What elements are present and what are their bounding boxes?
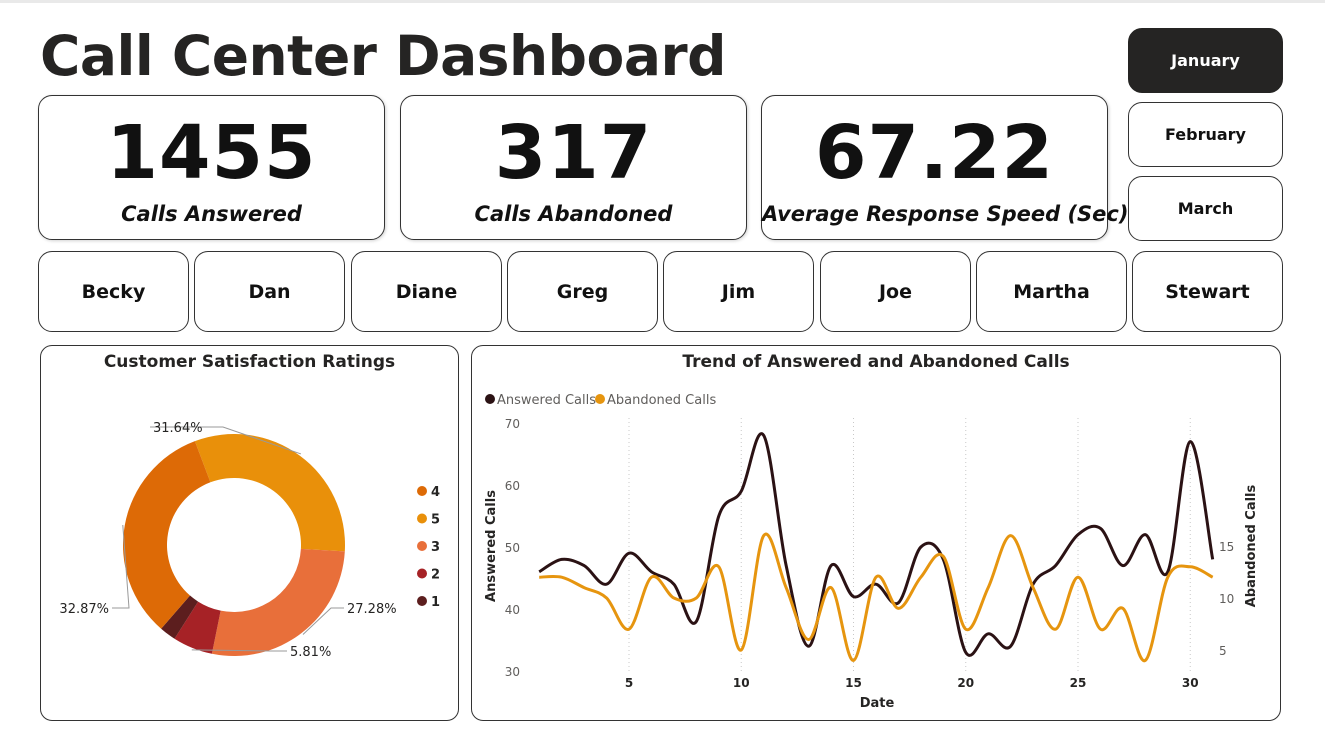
legend-marker-3 bbox=[417, 541, 427, 551]
legend-label-4: 4 bbox=[431, 485, 440, 500]
series-line-abandoned-calls bbox=[539, 532, 1214, 662]
agent-button-diane[interactable]: Diane bbox=[351, 251, 502, 332]
donut-chart: 31.64% 27.28% 5.81% 32.87% 4 5 3 2 1 bbox=[59, 421, 440, 660]
x-axis-title: Date bbox=[860, 696, 895, 711]
kpi-card-calls-abandoned: 317 Calls Abandoned bbox=[400, 95, 747, 240]
x-tick-label: 30 bbox=[1182, 676, 1199, 690]
legend-marker-4 bbox=[417, 486, 427, 496]
trend-panel: Trend of Answered and Abandoned Calls An… bbox=[471, 345, 1281, 721]
kpi-value: 317 bbox=[494, 110, 653, 196]
y-left-tick-label: 60 bbox=[505, 479, 520, 493]
series-line-answered-calls bbox=[538, 432, 1215, 657]
kpi-label: Calls Answered bbox=[121, 202, 302, 226]
agent-button-becky[interactable]: Becky bbox=[38, 251, 189, 332]
kpi-card-avg-response-speed: 67.22 Average Response Speed (Sec) bbox=[761, 95, 1129, 240]
kpi-label: Average Response Speed (Sec) bbox=[762, 202, 1129, 226]
y-right-tick-label: 5 bbox=[1219, 644, 1227, 658]
agent-button-martha[interactable]: Martha bbox=[976, 251, 1127, 332]
y-left-tick-label: 30 bbox=[505, 665, 520, 679]
y-right-tick-label: 10 bbox=[1219, 592, 1234, 606]
agent-button-stewart[interactable]: Stewart bbox=[1132, 251, 1283, 332]
agent-button-dan[interactable]: Dan bbox=[194, 251, 345, 332]
agent-button-greg[interactable]: Greg bbox=[507, 251, 658, 332]
y-left-tick-label: 40 bbox=[505, 603, 520, 617]
legend-marker-answered bbox=[485, 394, 495, 404]
month-button-january[interactable]: January bbox=[1128, 28, 1283, 93]
kpi-value: 67.22 bbox=[814, 110, 1055, 196]
kpi-value: 1455 bbox=[106, 110, 317, 196]
donut-slice-3 bbox=[211, 548, 345, 656]
legend-label-3: 3 bbox=[431, 540, 440, 555]
y-right-axis-title: Abandoned Calls bbox=[1244, 484, 1259, 607]
y-left-axis-title: Answered Calls bbox=[484, 490, 499, 602]
x-tick-label: 25 bbox=[1070, 676, 1087, 690]
legend-label-answered: Answered Calls bbox=[497, 393, 596, 408]
kpi-card-calls-answered: 1455 Calls Answered bbox=[38, 95, 385, 240]
legend-marker-abandoned bbox=[595, 394, 605, 404]
kpi-label: Calls Abandoned bbox=[474, 202, 673, 226]
y-right-tick-label: 15 bbox=[1219, 540, 1234, 554]
legend-label-1: 1 bbox=[431, 595, 440, 610]
x-tick-label: 5 bbox=[625, 676, 633, 690]
x-tick-label: 10 bbox=[733, 676, 750, 690]
y-left-tick-label: 50 bbox=[505, 541, 520, 555]
y-left-tick-label: 70 bbox=[505, 417, 520, 431]
trend-chart: Answered Calls Abandoned Calls 5 10 15 20 25 30… bbox=[484, 393, 1259, 711]
month-button-february[interactable]: February bbox=[1128, 102, 1283, 167]
donut-slice-5 bbox=[194, 434, 346, 552]
legend-marker-1 bbox=[417, 596, 427, 606]
legend-label-2: 2 bbox=[431, 568, 440, 583]
month-button-march[interactable]: March bbox=[1128, 176, 1283, 241]
legend-marker-2 bbox=[417, 568, 427, 579]
donut-data-label: 27.28% bbox=[347, 602, 397, 617]
donut-data-label: 31.64% bbox=[153, 421, 203, 436]
agent-button-joe[interactable]: Joe bbox=[820, 251, 971, 332]
page-title: Call Center Dashboard bbox=[40, 24, 726, 88]
agent-button-jim[interactable]: Jim bbox=[663, 251, 814, 332]
donut-data-label: 5.81% bbox=[290, 645, 331, 660]
donut-data-label: 32.87% bbox=[59, 602, 109, 617]
legend-marker-5 bbox=[417, 513, 427, 524]
legend-label-abandoned: Abandoned Calls bbox=[607, 393, 716, 408]
legend-label-5: 5 bbox=[431, 513, 440, 528]
top-divider bbox=[0, 0, 1325, 3]
x-tick-label: 15 bbox=[845, 676, 862, 690]
donut-slice-4 bbox=[122, 441, 211, 629]
x-tick-label: 20 bbox=[957, 676, 974, 690]
satisfaction-panel: Customer Satisfaction Ratings 31.64% 27.2… bbox=[40, 345, 459, 721]
